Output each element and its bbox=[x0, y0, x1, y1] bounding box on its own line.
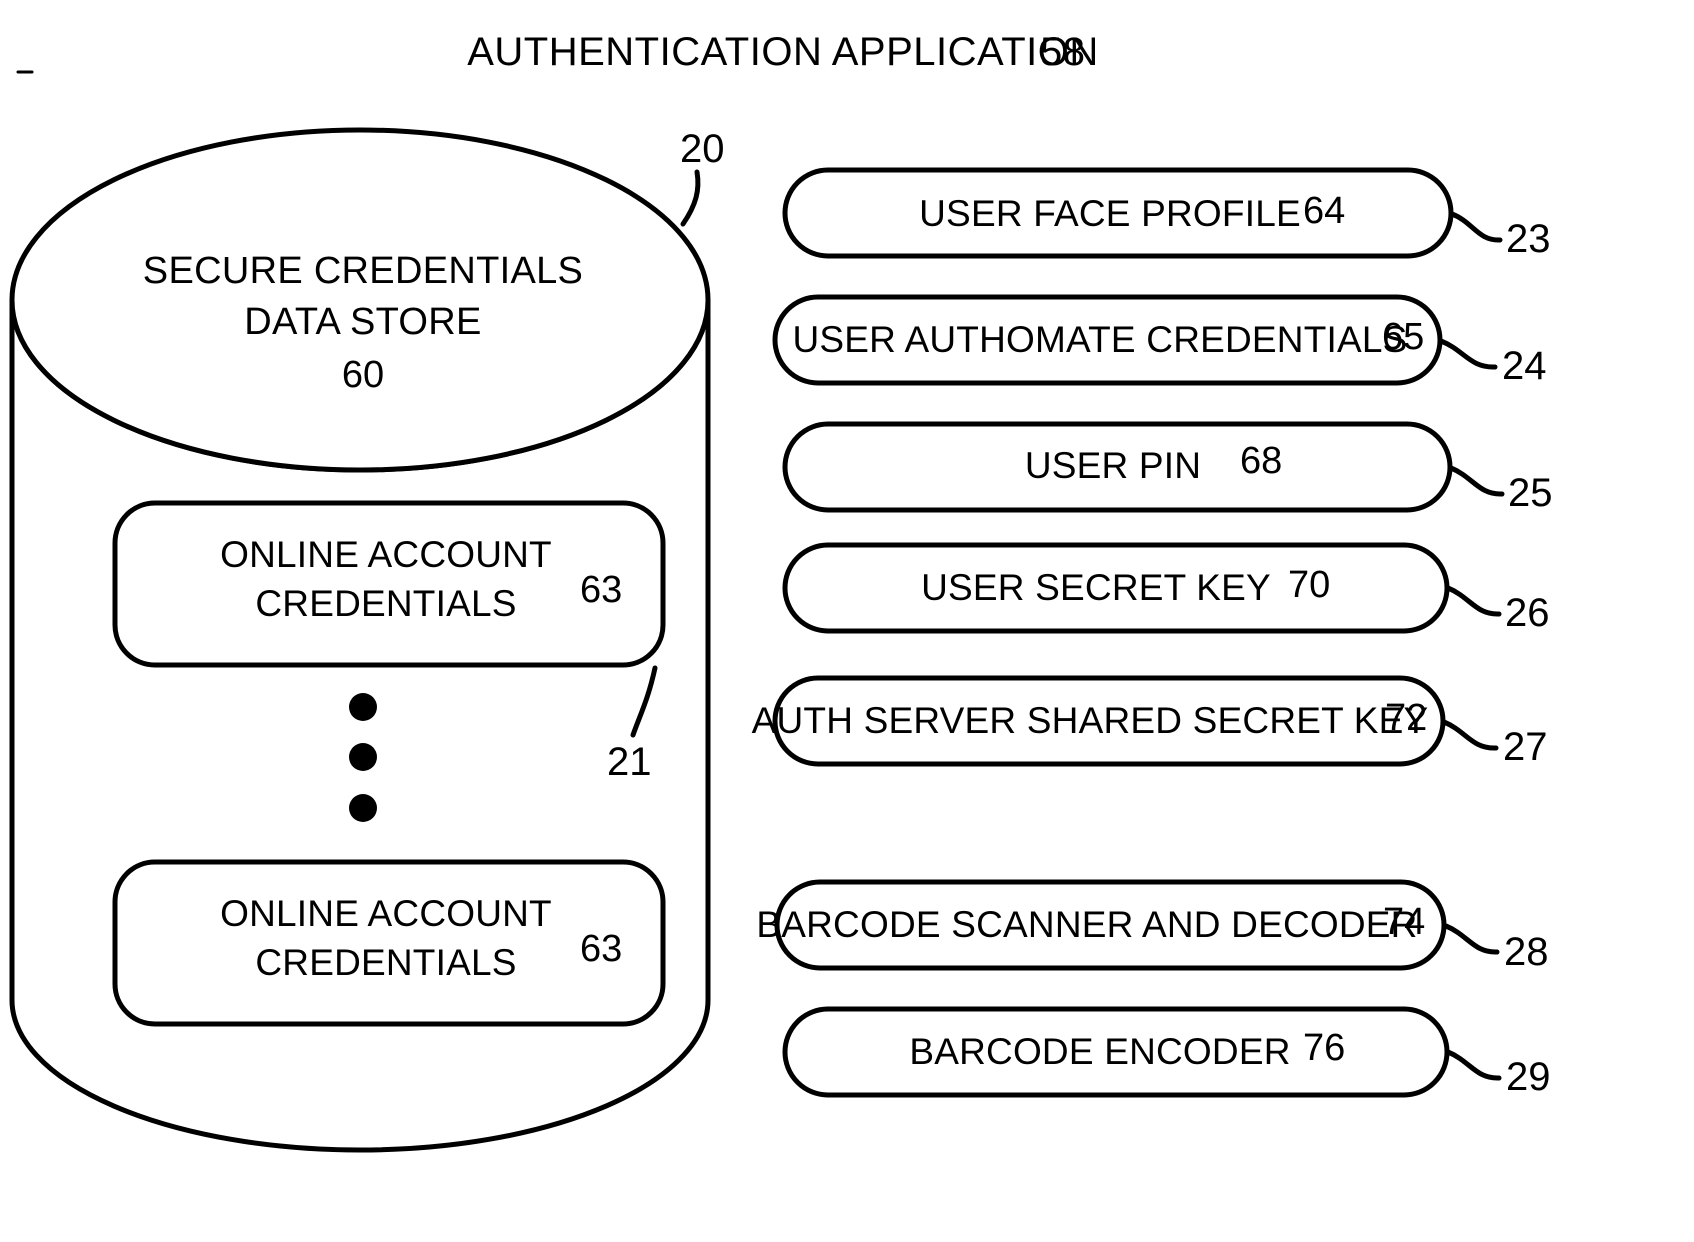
online-account-credentials-box-2-reference-number: 63 bbox=[580, 928, 622, 970]
data-store-label-line2: DATA STORE bbox=[244, 301, 481, 343]
component-pill-1-leader-reference-number: 24 bbox=[1502, 344, 1547, 388]
component-user-pin: USER PIN 68 25 bbox=[782, 421, 1553, 515]
component-pill-4-leader-line bbox=[1441, 719, 1499, 751]
data-store-reference-number: 60 bbox=[342, 354, 384, 396]
data-store-label-line1: SECURE CREDENTIALS bbox=[143, 250, 583, 292]
component-pill-5-leader-line bbox=[1443, 923, 1500, 955]
component-user-secret-key: USER SECRET KEY 70 26 bbox=[782, 542, 1550, 635]
component-pill-1-reference-number: 65 bbox=[1382, 316, 1424, 358]
component-pill-3-label: USER SECRET KEY bbox=[921, 567, 1271, 608]
component-pill-5-reference-number: 74 bbox=[1383, 901, 1425, 943]
component-pill-4-leader-reference-number: 27 bbox=[1503, 725, 1548, 769]
patent-figure: AUTHENTICATION APPLICATION 58 SECURE CRE… bbox=[0, 0, 1694, 1242]
component-pill-0-reference-number: 64 bbox=[1303, 190, 1345, 232]
component-pill-2-leader-reference-number: 25 bbox=[1508, 471, 1553, 515]
component-pill-0-leader-line bbox=[1449, 211, 1503, 243]
cylinder-reference-number: 20 bbox=[680, 127, 725, 171]
figure-canvas: AUTHENTICATION APPLICATION 58 SECURE CRE… bbox=[9, 30, 1553, 1153]
cylinder-top-ellipse bbox=[9, 127, 711, 473]
component-pill-3-reference-number: 70 bbox=[1288, 564, 1330, 606]
online-account-credentials-box-1-line2: CREDENTIALS bbox=[255, 583, 516, 624]
figure-title-reference-number: 58 bbox=[1040, 30, 1086, 74]
component-pill-2-leader-line bbox=[1448, 465, 1505, 497]
component-barcode-scanner-and-decoder: BARCODE SCANNER AND DECODER 74 28 bbox=[756, 879, 1549, 974]
inner-box-leader-reference-number: 21 bbox=[607, 740, 652, 784]
component-user-authomate-credentials: USER AUTHOMATE CREDENTIALS 65 24 bbox=[772, 294, 1547, 388]
online-account-credentials-box-1-reference-number: 63 bbox=[580, 569, 622, 611]
component-pill-6-leader-reference-number: 29 bbox=[1506, 1055, 1551, 1099]
component-user-face-profile: USER FACE PROFILE 64 23 bbox=[782, 167, 1551, 261]
component-pill-5-label: BARCODE SCANNER AND DECODER bbox=[756, 904, 1417, 945]
component-pill-2-label: USER PIN bbox=[1025, 445, 1201, 486]
component-pill-6-reference-number: 76 bbox=[1303, 1027, 1345, 1069]
vertical-ellipsis-icon bbox=[349, 693, 377, 822]
component-pill-0-label: USER FACE PROFILE bbox=[919, 193, 1301, 234]
component-pill-6-label: BARCODE ENCODER bbox=[909, 1031, 1290, 1072]
online-account-credentials-box-1-line1: ONLINE ACCOUNT bbox=[220, 534, 552, 575]
component-barcode-encoder: BARCODE ENCODER 76 29 bbox=[782, 1006, 1551, 1099]
component-auth-server-shared-secret-key: AUTH SERVER SHARED SECRET KEY 72 27 bbox=[752, 675, 1548, 769]
component-pill-5-leader-reference-number: 28 bbox=[1504, 930, 1549, 974]
cylinder-leader-line bbox=[680, 169, 701, 227]
online-account-credentials-box-2-line1: ONLINE ACCOUNT bbox=[220, 893, 552, 934]
component-pill-1-label: USER AUTHOMATE CREDENTIALS bbox=[792, 319, 1407, 360]
online-account-credentials-box-2-line2: CREDENTIALS bbox=[255, 942, 516, 983]
figure-title: AUTHENTICATION APPLICATION bbox=[467, 30, 1099, 74]
component-pill-1-leader-line bbox=[1438, 338, 1498, 370]
component-pill-0-leader-reference-number: 23 bbox=[1506, 217, 1551, 261]
component-pill-3-leader-line bbox=[1445, 585, 1502, 617]
component-pill-2-reference-number: 68 bbox=[1240, 440, 1282, 482]
component-pill-4-reference-number: 72 bbox=[1385, 697, 1427, 739]
component-pill-6-leader-line bbox=[1445, 1049, 1502, 1081]
component-pill-3-leader-reference-number: 26 bbox=[1505, 591, 1550, 635]
component-pill-4-label: AUTH SERVER SHARED SECRET KEY bbox=[752, 700, 1429, 741]
